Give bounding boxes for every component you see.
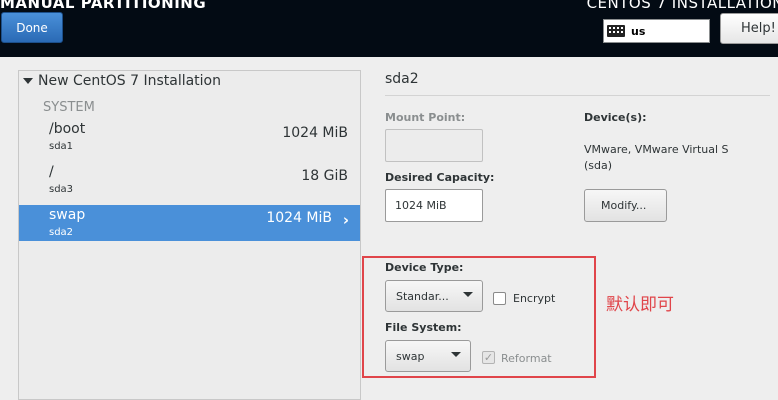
- partition-row-swap[interactable]: swap sda2 1024 MiB ›: [19, 205, 360, 241]
- installation-title: New CentOS 7 Installation: [38, 73, 221, 89]
- mount-point-label: Mount Point:: [385, 111, 466, 124]
- partition-size: 1024 MiB: [266, 210, 332, 226]
- installation-header[interactable]: New CentOS 7 Installation: [23, 73, 221, 89]
- partition-row-root[interactable]: / sda3 18 GiB: [19, 164, 360, 200]
- desired-capacity-label: Desired Capacity:: [385, 171, 495, 184]
- devices-line: (sda): [584, 159, 613, 172]
- expand-triangle-icon: [23, 78, 33, 84]
- partition-size: 1024 MiB: [282, 125, 348, 141]
- keyboard-layout-label: us: [631, 24, 646, 38]
- devices-label: Device(s):: [584, 111, 647, 124]
- annotation-highlight-box: [362, 256, 596, 378]
- partition-device: sda2: [49, 227, 74, 238]
- help-button[interactable]: Help!: [720, 13, 778, 44]
- devices-info: VMware, VMware Virtual S (sda): [584, 142, 729, 174]
- partition-mount-point: /boot: [49, 121, 86, 137]
- partition-device: sda3: [49, 184, 74, 195]
- partition-row-boot[interactable]: /boot sda1 1024 MiB: [19, 121, 360, 157]
- section-divider: [385, 95, 770, 96]
- devices-line: VMware, VMware Virtual S: [584, 143, 729, 156]
- partition-device: sda1: [49, 141, 74, 152]
- selected-device-heading: sda2: [385, 71, 419, 87]
- system-group-label: SYSTEM: [43, 100, 95, 115]
- partition-mount-point: swap: [49, 207, 86, 223]
- annotation-note: 默认即可: [606, 295, 674, 315]
- keyboard-layout-indicator[interactable]: us: [603, 19, 710, 43]
- product-title: CENTOS 7 INSTALLATION: [586, 0, 778, 12]
- partition-mount-point: /: [49, 164, 54, 180]
- mount-point-input[interactable]: [385, 129, 483, 162]
- modify-button[interactable]: Modify...: [584, 189, 667, 222]
- page-title: MANUAL PARTITIONING: [0, 0, 207, 12]
- done-button[interactable]: Done: [1, 12, 63, 43]
- chevron-right-icon: ›: [342, 211, 349, 229]
- header-bar: MANUAL PARTITIONING CENTOS 7 INSTALLATIO…: [0, 0, 778, 57]
- keyboard-icon: [607, 25, 625, 37]
- partition-size: 18 GiB: [301, 168, 348, 184]
- desired-capacity-input[interactable]: 1024 MiB: [385, 189, 483, 222]
- partition-list-panel: New CentOS 7 Installation SYSTEM /boot s…: [18, 70, 361, 400]
